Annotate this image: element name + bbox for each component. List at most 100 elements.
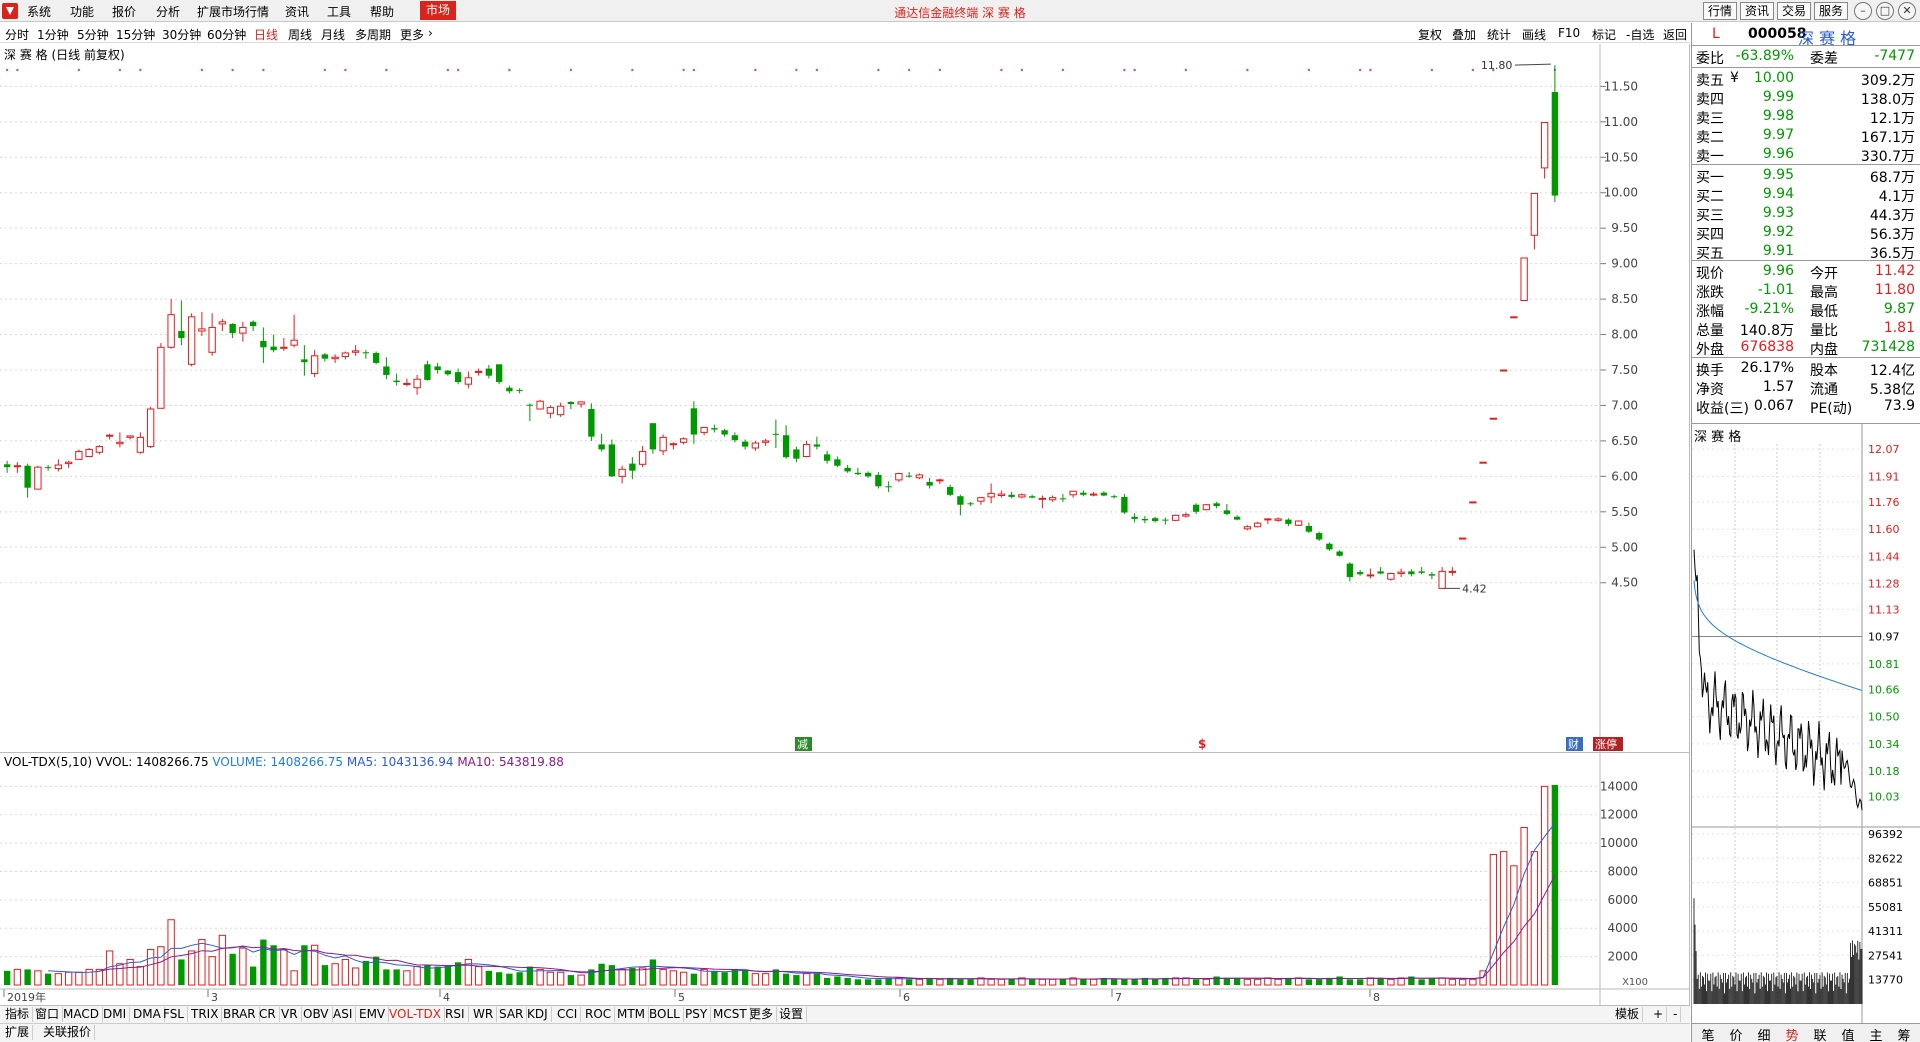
indicator-tab-trix[interactable]: TRIX [188,1007,223,1022]
fund-row-value2: 5.38亿 [1869,382,1915,398]
add-pane-button[interactable]: + [1650,1007,1668,1022]
template-button[interactable]: 模板 [1612,1007,1644,1022]
indicator-tab-mtm[interactable]: MTM [614,1007,650,1022]
event-dot [118,68,122,72]
close-icon[interactable]: ✕ [1898,2,1916,20]
menu-market[interactable]: 市场 [420,1,457,20]
indicator-tab-fsl[interactable]: FSL [160,1007,188,1022]
indicator-tab-brar[interactable]: BRAR [220,1007,260,1022]
period-more[interactable]: 更多 [400,26,424,43]
bid-row-label: 买三 [1696,208,1724,224]
top-button-news[interactable]: 资讯 [1740,2,1775,20]
detail-tab[interactable]: 势 [1778,1025,1806,1042]
detail-tab[interactable]: 笔 [1694,1025,1722,1042]
volume-bar [711,970,718,985]
indicator-tab-cci[interactable]: CCI [554,1007,582,1022]
tool-mark[interactable]: 标记 [1592,26,1616,43]
event-marker: 涨停 [1595,737,1617,751]
indicator-tab-kdj[interactable]: KDJ [524,1007,552,1022]
intraday-mini-chart[interactable]: 深 赛 格 10.03 10.18 10.34 10.50 10.66 10.81 10.9… [1691,423,1920,1024]
indicator-tab-cr[interactable]: CR [256,1007,280,1022]
menu-news[interactable]: 资讯 [285,3,309,20]
remove-pane-button[interactable]: - [1670,1007,1682,1022]
indicator-tab-vr[interactable]: VR [278,1007,302,1022]
period-5min[interactable]: 5分钟 [77,26,109,43]
tool-back[interactable]: 返回 [1663,26,1687,43]
indicator-tab-voltdx[interactable]: VOL-TDX [386,1007,445,1022]
candle-body [1540,122,1549,169]
tool-remove-watch[interactable]: -自选 [1626,26,1654,43]
indicator-tab-boll[interactable]: BOLL [646,1007,684,1022]
period-fenshi[interactable]: 分时 [5,26,29,43]
candle-body [403,382,411,385]
tab-extension[interactable]: 扩展 [2,1025,34,1040]
volume-bar [239,947,247,986]
top-button-trade[interactable]: 交易 [1777,2,1812,20]
tab-related-quote[interactable]: 关联报价 [40,1025,96,1040]
indicator-tab-asi[interactable]: ASI [330,1007,357,1022]
minimize-icon[interactable]: – [1854,2,1872,20]
menu-quote[interactable]: 报价 [112,3,136,20]
menu-system[interactable]: 系统 [27,3,51,20]
event-dot [938,68,942,72]
stat-row: 涨幅 -9.21% 最低 9.87 [1692,300,1920,320]
detail-tab[interactable]: 细 [1750,1025,1778,1042]
detail-tab[interactable]: 值 [1834,1025,1862,1042]
volume-bar [1540,785,1549,986]
indicator-tab[interactable]: 更多 [746,1007,778,1022]
menu-tools[interactable]: 工具 [327,3,351,20]
period-60min[interactable]: 60分钟 [207,26,246,43]
period-30min[interactable]: 30分钟 [162,26,201,43]
indicator-tab-rsi[interactable]: RSI [442,1007,469,1022]
period-1min[interactable]: 1分钟 [37,26,69,43]
indicator-tab-obv[interactable]: OBV [300,1007,333,1022]
y-tick-label: 4.50 [1611,576,1638,590]
tool-draw[interactable]: 画线 [1522,26,1546,43]
indicator-tab-roc[interactable]: ROC [582,1007,616,1022]
detail-tab[interactable]: 主 [1862,1025,1890,1042]
indicator-tab[interactable]: 窗口 [32,1007,64,1022]
indicator-tab-emv[interactable]: EMV [356,1007,390,1022]
detail-tab[interactable]: 筹 [1890,1025,1918,1042]
indicator-tab-wr[interactable]: WR [470,1007,498,1022]
indicator-tab[interactable]: 指标 [2,1007,34,1022]
quote-header: L 000058 深 赛 格 [1692,25,1920,48]
indicator-tab-macd[interactable]: MACD [60,1007,103,1022]
ask-row: 卖三 9.98 12.1万 [1692,107,1920,127]
tool-f10[interactable]: F10 [1558,26,1580,40]
tool-stats[interactable]: 统计 [1487,26,1511,43]
period-15min[interactable]: 15分钟 [116,26,155,43]
divider [1692,357,1920,358]
y-tick-label: 8000 [1607,864,1638,878]
volume-bar [290,970,298,986]
candlestick-chart[interactable]: 深 赛 格 (日线 前复权) 4.50 5.00 5.50 6.00 6.50 7.00 7… [0,44,1690,754]
event-dot [16,68,19,72]
period-daily[interactable]: 日线 [254,26,278,43]
indicator-tab-sar[interactable]: SAR [496,1007,528,1022]
indicator-tab-dmi[interactable]: DMI [100,1007,131,1022]
top-button-quote[interactable]: 行情 [1703,2,1738,20]
tool-fuquan[interactable]: 复权 [1418,26,1442,43]
volume-bar [157,946,165,986]
top-button-service[interactable]: 服务 [1814,2,1849,20]
detail-tab[interactable]: 价 [1722,1025,1750,1042]
indicator-tab[interactable]: 设置 [776,1007,808,1022]
menu-analysis[interactable]: 分析 [156,3,180,20]
indicator-tab-psy[interactable]: PSY [682,1007,712,1022]
menu-help[interactable]: 帮助 [370,3,394,20]
app-logo-icon[interactable] [2,3,18,19]
period-weekly[interactable]: 周线 [288,26,312,43]
period-monthly[interactable]: 月线 [321,26,345,43]
period-multi[interactable]: 多周期 [355,26,391,43]
menu-ext-market[interactable]: 扩展市场行情 [197,3,269,20]
maximize-icon[interactable]: □ [1876,2,1894,20]
volume-bar [1520,827,1528,986]
bottom-right-tabs: 笔价细势联值主筹 [1691,1023,1920,1042]
weibi-value: -63.89% [1735,48,1794,64]
chevron-right-icon[interactable]: › [428,26,433,40]
indicator-tab-mcst[interactable]: MCST [710,1007,751,1022]
volume-chart[interactable]: VOL-TDX(5,10) VVOL: 1408266.75 VOLUME: 1… [0,752,1690,1009]
tool-overlay[interactable]: 叠加 [1452,26,1476,43]
menu-function[interactable]: 功能 [70,3,94,20]
detail-tab[interactable]: 联 [1806,1025,1834,1042]
